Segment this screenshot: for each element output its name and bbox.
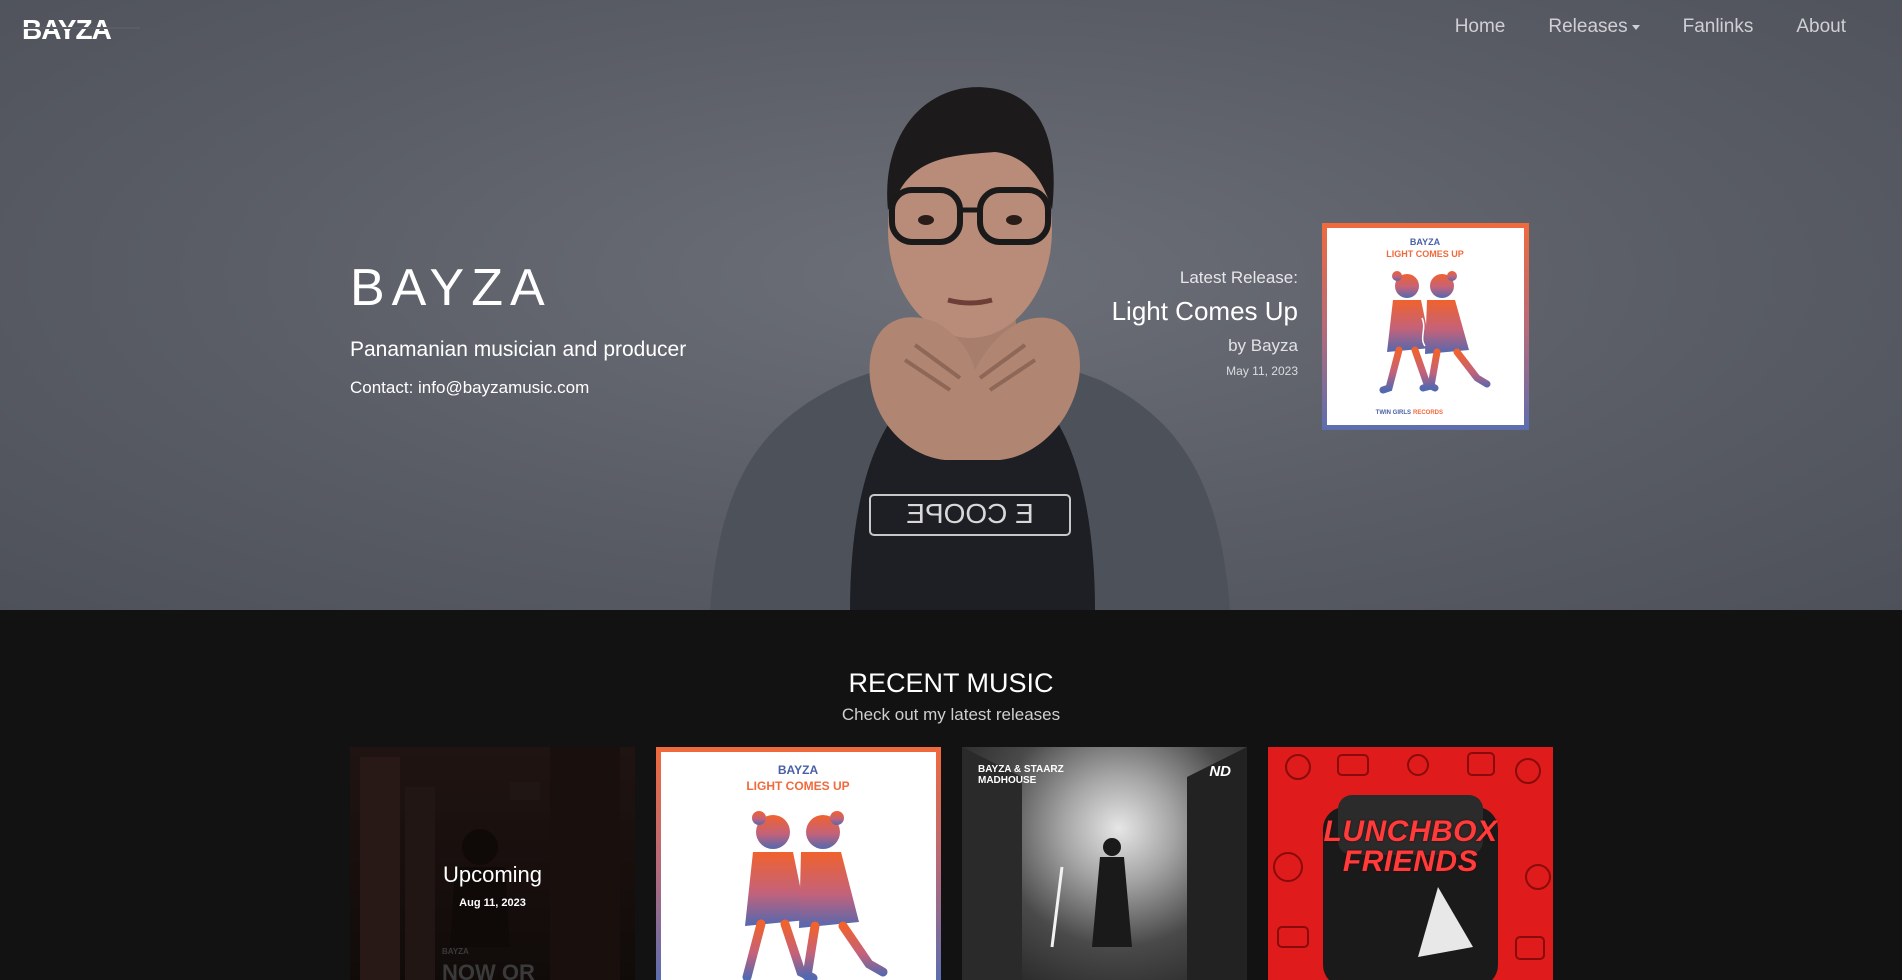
twin-girls-artwork-small: BAYZA LIGHT COMES UP [742,763,888,980]
release-card-upcoming[interactable]: NOW OR BAYZA Upcoming Aug 11, 2023 [350,747,635,980]
nav-about[interactable]: About [1796,16,1846,38]
artist-intro: BAYZA Panamanian musician and producer C… [350,258,686,398]
nav-fanlinks[interactable]: Fanlinks [1683,16,1754,38]
caret-down-icon [1631,24,1640,30]
svg-text:RECORDS: RECORDS [1413,410,1443,416]
nav-home[interactable]: Home [1455,16,1506,38]
release-cards: NOW OR BAYZA Upcoming Aug 11, 2023 BAYZA [350,747,1553,980]
latest-release-info: Latest Release: Light Comes Up by Bayza … [1112,268,1298,378]
upcoming-date: Aug 11, 2023 [459,897,526,909]
svg-text:BAYZA: BAYZA [1410,237,1441,247]
recent-music-subtitle: Check out my latest releases [841,705,1061,724]
madhouse-artists: BAYZA & STAARZ [978,764,1064,775]
bayza-logo[interactable]: BAYZA [22,14,140,44]
cover-art-light-comes-up: BAYZA LIGHT COMES UP TWIN GIRLS RECORDS [1327,228,1524,425]
nav-releases-label: Releases [1548,16,1628,37]
svg-text:E COOPE: E COOPE [906,498,1034,529]
latest-release-title[interactable]: Light Comes Up [1112,296,1298,327]
nd-label-icon: ND [1209,763,1231,780]
main-menu: Home Releases Fanlinks About [1455,16,1846,38]
contact-email[interactable]: Contact: info@bayzamusic.com [350,378,686,398]
upcoming-cover-artist: BAYZA [442,947,469,956]
latest-release-artist: by Bayza [1228,336,1298,355]
release-card-madhouse[interactable]: BAYZA & STAARZ MADHOUSE ND [962,747,1247,980]
latest-release-cover[interactable]: BAYZA LIGHT COMES UP TWIN GIRLS RECORDS [1322,223,1529,430]
svg-text:BAYZA: BAYZA [778,763,819,777]
lunchbox-title-line2: FRIENDS [1342,845,1479,878]
recent-music-title: RECENT MUSIC [848,668,1054,698]
latest-release-label: Latest Release: [1179,268,1298,287]
release-card-light-comes-up[interactable]: BAYZA LIGHT COMES UP [656,747,941,980]
twin-girls-artwork: BAYZA LIGHT COMES UP TWIN GIRLS RECORDS [1376,237,1491,416]
cover-art-light-comes-up-small: BAYZA LIGHT COMES UP [661,752,936,980]
svg-text:TWIN GIRLS: TWIN GIRLS [1376,410,1411,416]
release-card-lunchbox-friends[interactable]: LUNCHBOX FRIENDS [1268,747,1553,980]
artist-tagline: Panamanian musician and producer [350,338,687,361]
artist-name: BAYZA [350,259,552,317]
madhouse-title: MADHOUSE [978,774,1037,786]
svg-text:LIGHT COMES UP: LIGHT COMES UP [746,779,849,793]
latest-release-date: May 11, 2023 [1226,364,1298,378]
lunchbox-cover-title: LUNCHBOX FRIENDS [1268,817,1553,877]
top-navbar: BAYZA Home Releases Fanlinks About [0,0,1902,56]
madhouse-cover-title: BAYZA & STAARZ MADHOUSE [978,764,1064,786]
lunchbox-title-line1: LUNCHBOX [1323,815,1498,848]
svg-text:LIGHT COMES UP: LIGHT COMES UP [1386,249,1464,259]
upcoming-cover-text: NOW OR [442,960,535,980]
nav-releases[interactable]: Releases [1548,16,1640,38]
upcoming-label: Upcoming [442,862,543,887]
hero-section: E COOPE BAYZA Panamanian musician and pr… [0,0,1902,610]
recent-music-section: RECENT MUSIC Check out my latest release… [0,610,1902,980]
